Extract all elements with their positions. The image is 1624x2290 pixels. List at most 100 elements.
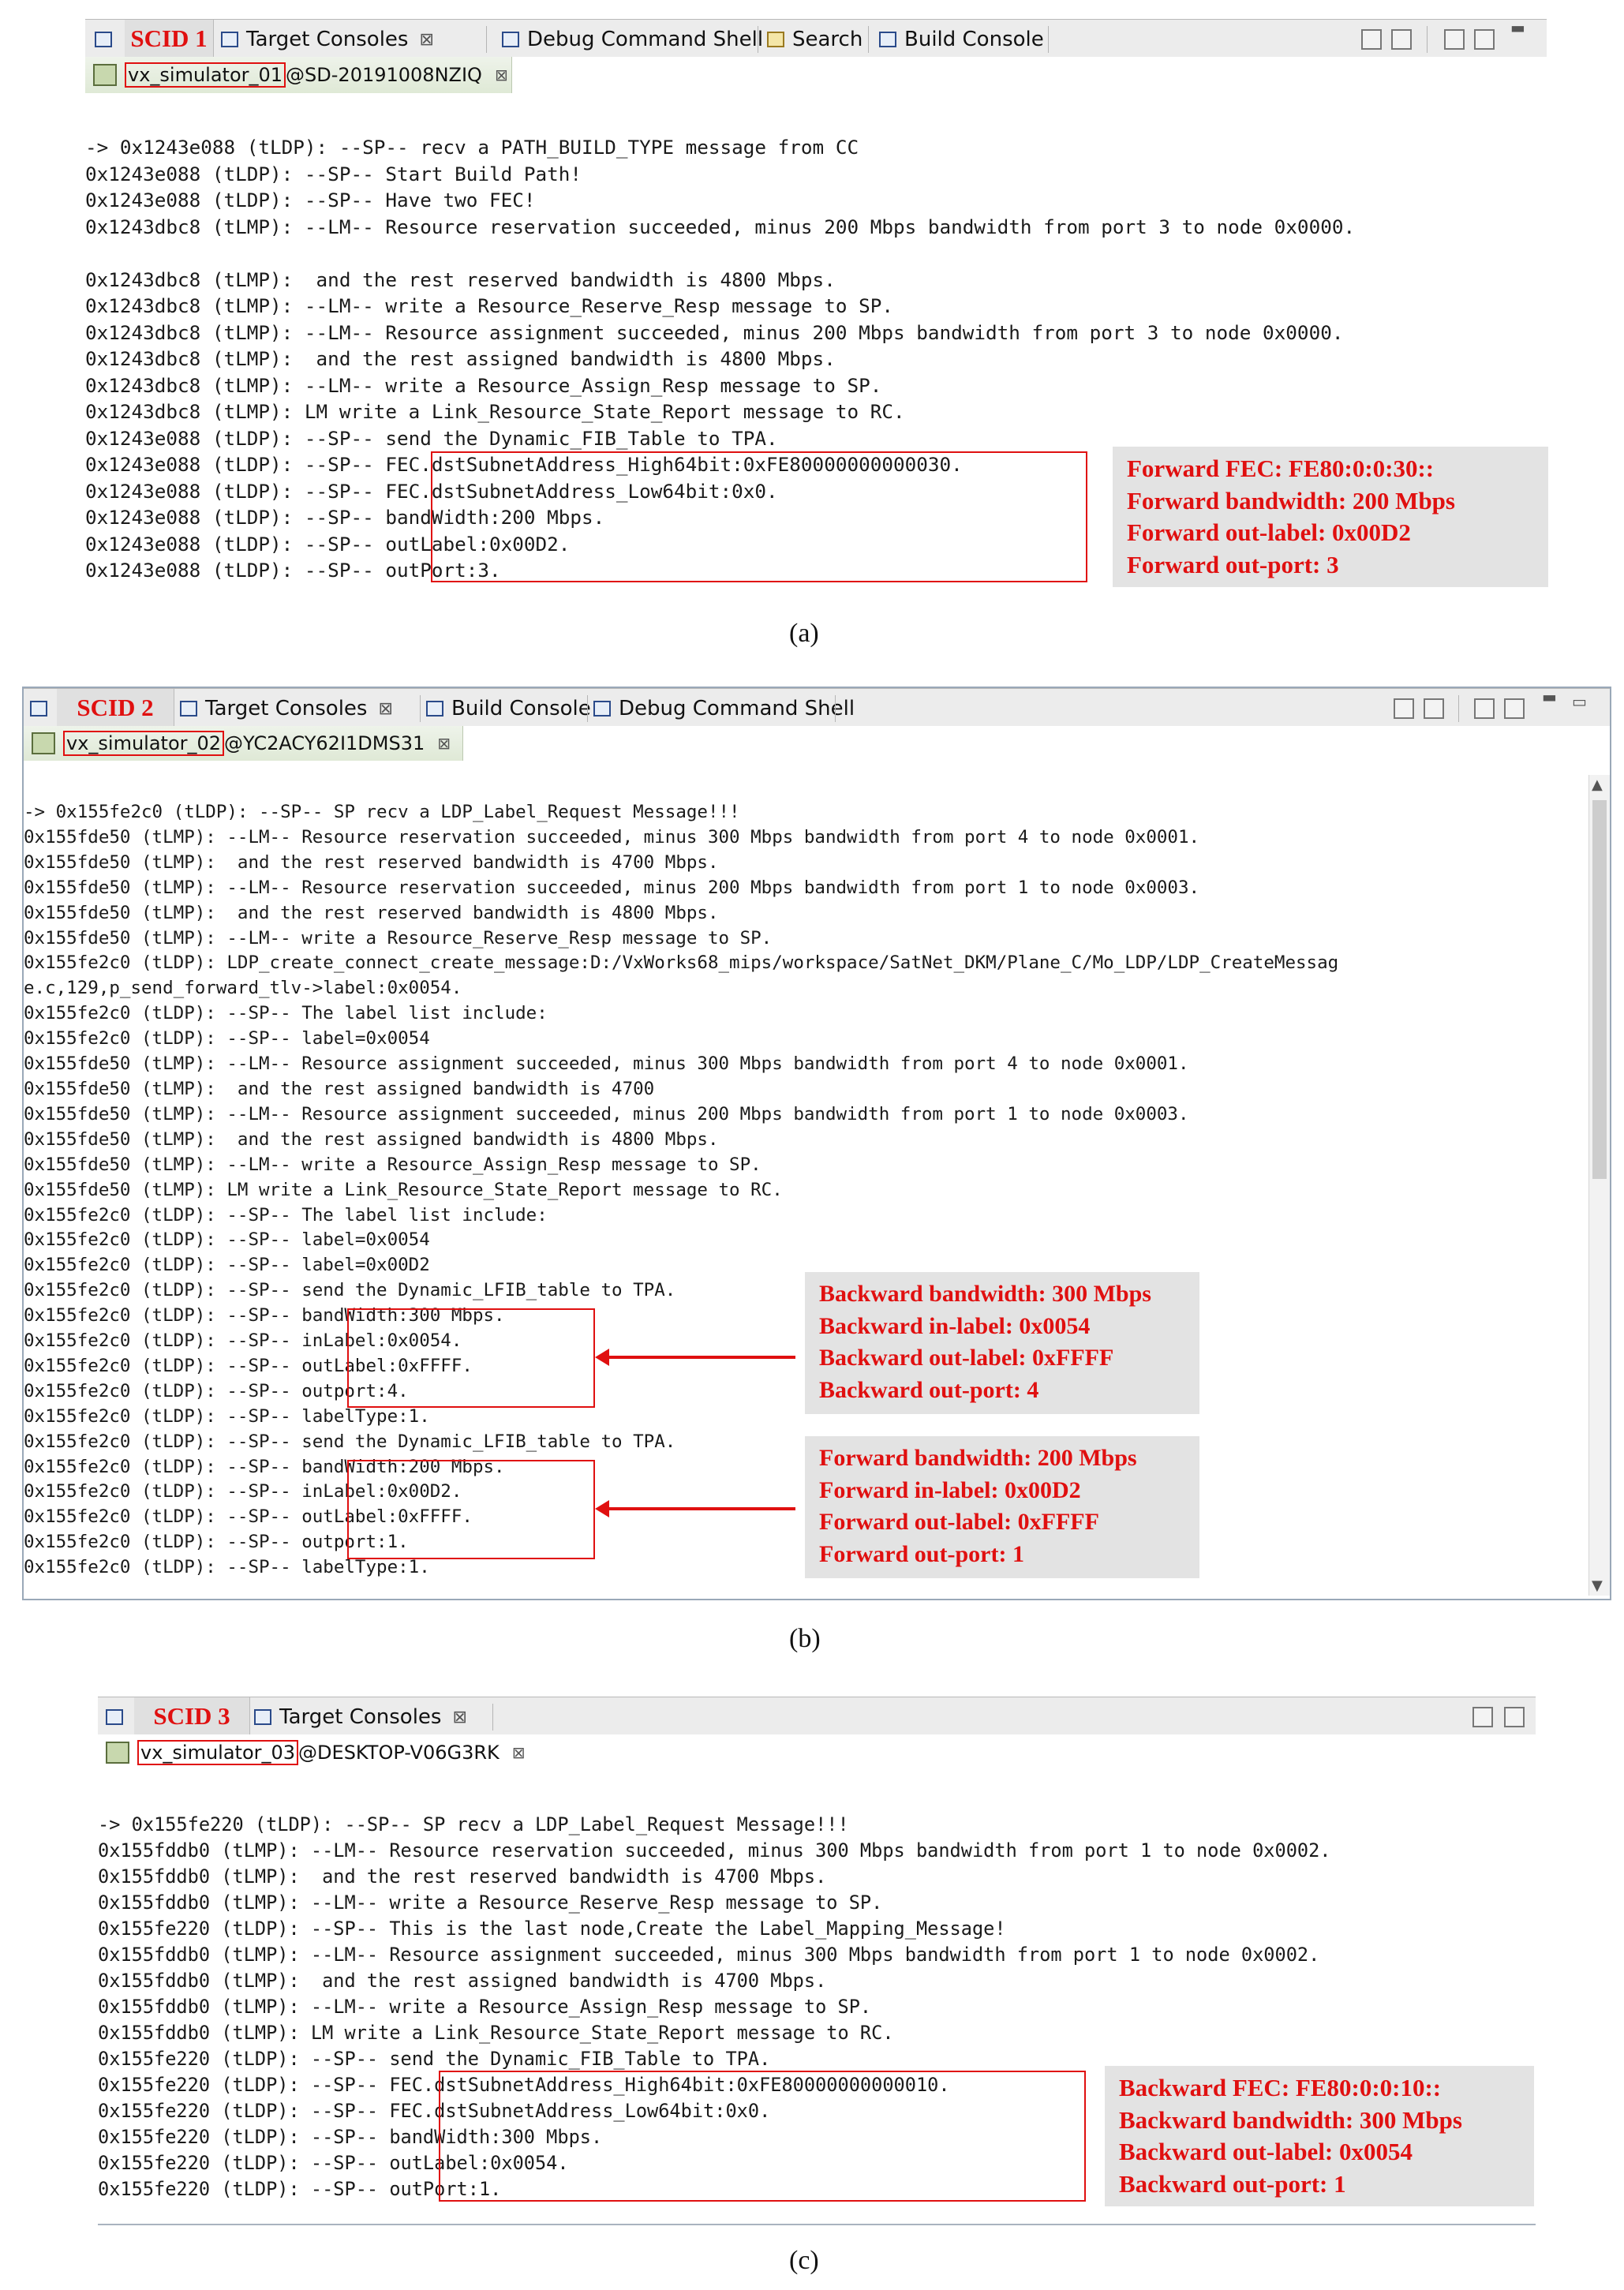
annotation-line: Backward bandwidth: 300 Mbps: [819, 1281, 1151, 1307]
console-tab[interactable]: vx_simulator_02 @YC2ACY62I1DMS31 ⊠: [24, 726, 463, 761]
log-line: 0x155fe2c0 (tLDP): LDP_create_connect_cr…: [24, 952, 1339, 974]
paste-icon[interactable]: [1474, 29, 1495, 50]
close-icon[interactable]: ⊠: [419, 30, 433, 50]
remote-systems-icon: [30, 701, 47, 717]
copy-icon[interactable]: [1474, 698, 1495, 719]
console-host: @DESKTOP-V06G3RK: [298, 1742, 500, 1764]
tab-debug-command-shell[interactable]: Debug Command Shell: [593, 694, 855, 724]
log-line: 0x155fe2c0 (tLDP): --SP-- The label list…: [24, 1003, 548, 1024]
close-icon[interactable]: ⊠: [378, 699, 392, 719]
highlight-box: [439, 2071, 1086, 2202]
log-line: 0x1243dbc8 (tLMP): and the rest reserved…: [85, 268, 836, 291]
annotation-forward: Forward bandwidth: 200 Mbps Forward in-l…: [805, 1436, 1199, 1578]
tab-remote-systems-icon[interactable]: [95, 24, 120, 54]
console-icon: [254, 1709, 271, 1725]
target-console-icon: [32, 732, 55, 754]
annotation-line: Backward in-label: 0x0054: [819, 1312, 1091, 1339]
scid-label: SCID 3: [134, 1697, 250, 1735]
arrow-left-icon: [595, 1500, 795, 1517]
tab-label: Debug Command Shell: [527, 28, 764, 51]
clear-console-icon[interactable]: [1361, 29, 1382, 50]
log-line: 0x155fddb0 (tLMP): LM write a Link_Resou…: [98, 2022, 894, 2044]
log-line: 0x155fde50 (tLMP): --LM-- Resource reser…: [24, 877, 1200, 898]
shell-icon: [593, 701, 611, 717]
tab-label: Target Consoles: [279, 1705, 442, 1729]
highlight-box-backward: [347, 1308, 595, 1408]
tab-build-console[interactable]: Build Console: [426, 694, 591, 724]
tab-debug-command-shell[interactable]: Debug Command Shell: [502, 24, 763, 54]
tab-remote-systems-icon[interactable]: [106, 1702, 131, 1732]
scrollbar-thumb[interactable]: [1592, 800, 1607, 1179]
close-icon[interactable]: ⊠: [495, 65, 508, 84]
log-line: 0x155fe220 (tLDP): --SP-- This is the la…: [98, 1918, 1006, 1940]
panel-b: SCID 2 Target Consoles ⊠ Build Console D…: [22, 687, 1611, 1600]
highlight-box-forward: [347, 1460, 595, 1559]
annotation-line: Backward out-port: 4: [819, 1376, 1039, 1403]
annotation-line: Forward out-port: 1: [819, 1540, 1024, 1567]
log-line: 0x155fde50 (tLMP): and the rest assigned…: [24, 1128, 719, 1150]
log-line: e.c,129,p_send_forward_tlv->label:0x0054…: [24, 978, 462, 999]
log-line: 0x1243e088 (tLDP): --SP-- Have two FEC!: [85, 189, 536, 211]
annotation-backward: Backward bandwidth: 300 Mbps Backward in…: [805, 1272, 1199, 1414]
scroll-lock-icon[interactable]: [1504, 1707, 1525, 1727]
tab-target-consoles[interactable]: Target Consoles ⊠: [221, 24, 434, 54]
tab-target-consoles[interactable]: Target Consoles ⊠: [180, 694, 393, 724]
log-line: 0x155fe2c0 (tLDP): --SP-- label=0x0054: [24, 1229, 430, 1251]
tab-remote-systems-icon[interactable]: [30, 694, 55, 724]
log-line: -> 0x1243e088 (tLDP): --SP-- recv a PATH…: [85, 136, 859, 159]
vertical-scrollbar[interactable]: ▲ ▼: [1588, 775, 1610, 1596]
panel-a: SCID 1 Target Consoles ⊠ Debug Command S…: [85, 18, 1548, 595]
log-line: 0x1243dbc8 (tLMP): --LM-- Resource assig…: [85, 320, 1344, 344]
console-icon: [180, 701, 197, 717]
close-icon[interactable]: ⊠: [437, 734, 451, 753]
annotation-line: Forward bandwidth: 200 Mbps: [819, 1445, 1137, 1471]
console-host: @YC2ACY62I1DMS31: [224, 732, 425, 754]
scroll-down-icon[interactable]: ▼: [1592, 1577, 1603, 1594]
remote-systems-icon: [106, 1709, 123, 1725]
tab-label: Target Consoles: [246, 28, 409, 51]
caption-b: (b): [789, 1624, 821, 1653]
minimize-icon[interactable]: ▬: [1510, 18, 1525, 37]
caption-a: (a): [789, 619, 819, 648]
shell-icon: [502, 32, 519, 47]
log-line: 0x155fde50 (tLMP): --LM-- write a Resour…: [24, 927, 773, 949]
annotation-line: Forward out-label: 0x00D2: [1127, 518, 1411, 546]
console-subbar: vx_simulator_02 @YC2ACY62I1DMS31 ⊠: [24, 726, 1610, 761]
log-line: 0x155fde50 (tLMP): --LM-- Resource assig…: [24, 1103, 1189, 1124]
tab-label: Build Console: [451, 697, 591, 720]
scroll-lock-icon[interactable]: [1391, 29, 1412, 50]
annotation-line: Backward out-port: 1: [1119, 2169, 1346, 2198]
tab-target-consoles[interactable]: Target Consoles ⊠: [254, 1702, 467, 1732]
annotation-line: Forward bandwidth: 200 Mbps: [1127, 486, 1455, 515]
paste-icon[interactable]: [1504, 698, 1525, 719]
target-console-icon: [93, 64, 117, 86]
log-line: 0x1243dbc8 (tLMP): and the rest assigned…: [85, 347, 836, 370]
annotation-line: Forward FEC: FE80:0:0:30::: [1127, 455, 1435, 482]
tab-build-console[interactable]: Build Console: [879, 24, 1044, 54]
annotation-backward: Backward FEC: FE80:0:0:10:: Backward ban…: [1105, 2066, 1534, 2206]
tab-search[interactable]: Search: [767, 24, 863, 54]
clear-console-icon[interactable]: [1394, 698, 1414, 719]
log-line: 0x155fddb0 (tLMP): --LM-- write a Resour…: [98, 1891, 883, 1914]
copy-icon[interactable]: [1444, 29, 1465, 50]
log-line: 0x155fddb0 (tLMP): --LM-- write a Resour…: [98, 1996, 872, 2018]
build-console-icon: [426, 701, 443, 717]
log-line: 0x1243dbc8 (tLMP): LM write a Link_Resou…: [85, 400, 905, 423]
close-icon[interactable]: ⊠: [512, 1743, 526, 1762]
annotation-line: Forward in-label: 0x00D2: [819, 1476, 1081, 1503]
remote-systems-icon: [95, 32, 112, 47]
tab-label: Target Consoles: [205, 697, 368, 720]
log-line: 0x155fde50 (tLMP): --LM-- Resource assig…: [24, 1053, 1189, 1075]
search-icon: [767, 32, 784, 47]
minimize-icon[interactable]: ▬: [1542, 687, 1557, 706]
maximize-icon[interactable]: ▭: [1572, 692, 1587, 711]
build-console-icon: [879, 32, 896, 47]
close-icon[interactable]: ⊠: [452, 1708, 466, 1727]
console-name: vx_simulator_01: [125, 62, 286, 88]
scroll-up-icon[interactable]: ▲: [1592, 776, 1603, 793]
console-tab[interactable]: vx_simulator_01 @SD-20191008NZIQ ⊠: [85, 57, 512, 93]
console-tab[interactable]: vx_simulator_03 @DESKTOP-V06G3RK ⊠: [98, 1734, 529, 1771]
scroll-lock-icon[interactable]: [1424, 698, 1444, 719]
clear-console-icon[interactable]: [1472, 1707, 1493, 1727]
